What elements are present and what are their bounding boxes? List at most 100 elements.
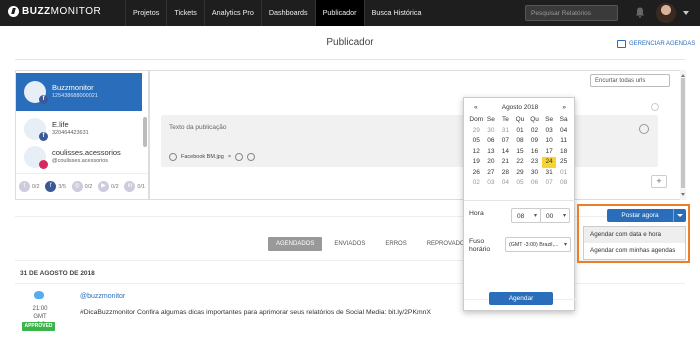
next-month-button[interactable]: »	[562, 104, 566, 111]
manage-schedules-link[interactable]: GERENCIAR AGENDAS	[617, 40, 695, 48]
post-text-placeholder: Texto da publicação	[169, 124, 227, 131]
calendar-day[interactable]: 05	[513, 178, 528, 189]
calendar-day[interactable]: 19	[469, 157, 484, 168]
prev-month-button[interactable]: «	[474, 104, 478, 111]
shorten-urls-button[interactable]: Encurtar todas urls	[590, 74, 670, 87]
post-handle[interactable]: @buzzmonitor	[80, 293, 125, 300]
link-icon[interactable]	[235, 153, 244, 161]
calendar-day[interactable]: 05	[469, 136, 484, 147]
nav-busca-historica[interactable]: Busca Histórica	[363, 0, 429, 26]
tab-enviados[interactable]: ENVIADOS	[326, 237, 373, 251]
calendar-day[interactable]: 01	[556, 168, 571, 179]
tab-erros[interactable]: ERROS	[377, 237, 414, 251]
linkedin-icon: in	[124, 181, 136, 192]
network-instagram[interactable]: ◎ 0/2	[71, 181, 92, 192]
tab-agendados[interactable]: AGENDADOS	[268, 237, 323, 251]
facebook-icon: f	[45, 181, 57, 192]
check-icon[interactable]	[247, 153, 256, 161]
emoji-icon[interactable]	[639, 124, 649, 134]
accounts-scrollbar[interactable]	[143, 117, 147, 147]
calendar-day[interactable]: 12	[469, 147, 484, 158]
account-id: 320464423631	[52, 130, 89, 136]
post-now-button[interactable]: Postar agora	[607, 209, 673, 222]
network-facebook[interactable]: f 3/5	[45, 181, 66, 192]
network-youtube[interactable]: ▶ 0/2	[98, 181, 119, 192]
calendar-day[interactable]: 21	[498, 157, 513, 168]
calendar-day[interactable]: 08	[513, 136, 528, 147]
brand-logo[interactable]: BUZZMONITOR	[8, 6, 101, 17]
calendar-header: « Agosto 2018 »	[464, 104, 576, 111]
facebook-icon: f	[39, 95, 48, 104]
radio-icon[interactable]	[651, 103, 659, 111]
calendar-day[interactable]: 31	[542, 168, 557, 179]
attach-icon[interactable]	[169, 153, 177, 161]
remove-attachment-button[interactable]: ×	[228, 154, 231, 160]
chevron-down-icon[interactable]	[683, 11, 689, 15]
calendar-day[interactable]: 13	[484, 147, 499, 158]
calendar-day[interactable]: 01	[513, 126, 528, 137]
calendar-day[interactable]: 06	[484, 136, 499, 147]
nav-analytics-pro[interactable]: Analytics Pro	[203, 0, 261, 26]
menu-item-schedule-agendas[interactable]: Agendar com minhas agendas	[584, 243, 685, 259]
editor-scrollbar-thumb[interactable]	[681, 78, 685, 188]
post-text: #DicaBuzzmonitor Confira algumas dicas i…	[80, 309, 431, 316]
hour-select[interactable]: 08	[511, 208, 541, 223]
calendar-day[interactable]: 31	[498, 126, 513, 137]
menu-item-schedule-datetime[interactable]: Agendar com data e hora	[584, 227, 685, 243]
account-item-buzzmonitor[interactable]: f Buzzmonitor 125438688000021	[16, 73, 142, 111]
bell-icon[interactable]	[635, 7, 645, 18]
schedule-button[interactable]: Agendar	[489, 292, 553, 305]
calendar-day[interactable]: 14	[498, 147, 513, 158]
nav-tickets[interactable]: Tickets	[166, 0, 204, 26]
calendar-day[interactable]: 06	[527, 178, 542, 189]
calendar-day[interactable]: 02	[469, 178, 484, 189]
calendar-day[interactable]: 02	[527, 126, 542, 137]
calendar-day[interactable]: 11	[556, 136, 571, 147]
avatar[interactable]	[656, 3, 676, 23]
calendar-day[interactable]: 18	[556, 147, 571, 158]
network-twitter[interactable]: t 0/2	[18, 181, 40, 192]
calendar-day[interactable]: 30	[484, 126, 499, 137]
calendar-day[interactable]: 15	[513, 147, 528, 158]
add-button[interactable]: +	[651, 175, 667, 188]
account-item-coulisses[interactable]: coulisses.acessorios @coulisses.acessorio…	[16, 138, 142, 176]
calendar-day[interactable]: 24	[541, 157, 557, 168]
calendar-day[interactable]: 28	[498, 168, 513, 179]
calendar-month-label[interactable]: Agosto 2018	[502, 104, 539, 111]
account-id: @coulisses.acessorios	[52, 158, 109, 164]
minute-select[interactable]: 00	[540, 208, 570, 223]
calendar-day[interactable]: 08	[556, 178, 571, 189]
calendar-day[interactable]: 07	[498, 136, 513, 147]
calendar-day[interactable]: 17	[542, 147, 557, 158]
calendar-day[interactable]: 09	[527, 136, 542, 147]
calendar-day[interactable]: 26	[469, 168, 484, 179]
post-options-menu: Agendar com data e hora Agendar com minh…	[583, 226, 686, 260]
nav-dashboards[interactable]: Dashboards	[260, 0, 315, 26]
search-input[interactable]: Pesquisar Relatórios	[525, 5, 618, 21]
timezone-select[interactable]: (GMT -3:00) Brazil,...	[505, 237, 571, 252]
calendar-day[interactable]: 25	[556, 157, 571, 168]
calendar-day[interactable]: 29	[513, 168, 528, 179]
calendar-day[interactable]: 20	[484, 157, 499, 168]
account-name: coulisses.acessorios	[52, 148, 121, 157]
calendar-day[interactable]: 29	[469, 126, 484, 137]
calendar-day[interactable]: 10	[542, 136, 557, 147]
weekday-label: Te	[501, 116, 509, 123]
nav-projetos[interactable]: Projetos	[125, 0, 166, 26]
calendar-day[interactable]: 16	[527, 147, 542, 158]
post-options-dropdown-toggle[interactable]	[673, 209, 686, 222]
calendar-day[interactable]: 22	[513, 157, 528, 168]
network-linkedin[interactable]: in 0/1	[124, 181, 145, 192]
calendar-day[interactable]: 07	[542, 178, 557, 189]
calendar-day[interactable]: 23	[527, 157, 542, 168]
nav-publicador[interactable]: Publicador	[314, 0, 364, 26]
calendar-grid: Dom Se Te Qu Qu Se Sa 29 30 31 01 02 03 04 05 06 07 08 09 1…	[469, 115, 571, 189]
calendar-day[interactable]: 30	[527, 168, 542, 179]
calendar-day[interactable]: 04	[556, 126, 571, 137]
twitter-icon: t	[18, 181, 30, 192]
calendar-day[interactable]: 03	[542, 126, 557, 137]
calendar-day[interactable]: 27	[484, 168, 499, 179]
weekday-label: Qu	[530, 116, 539, 123]
calendar-day[interactable]: 04	[498, 178, 513, 189]
calendar-day[interactable]: 03	[484, 178, 499, 189]
